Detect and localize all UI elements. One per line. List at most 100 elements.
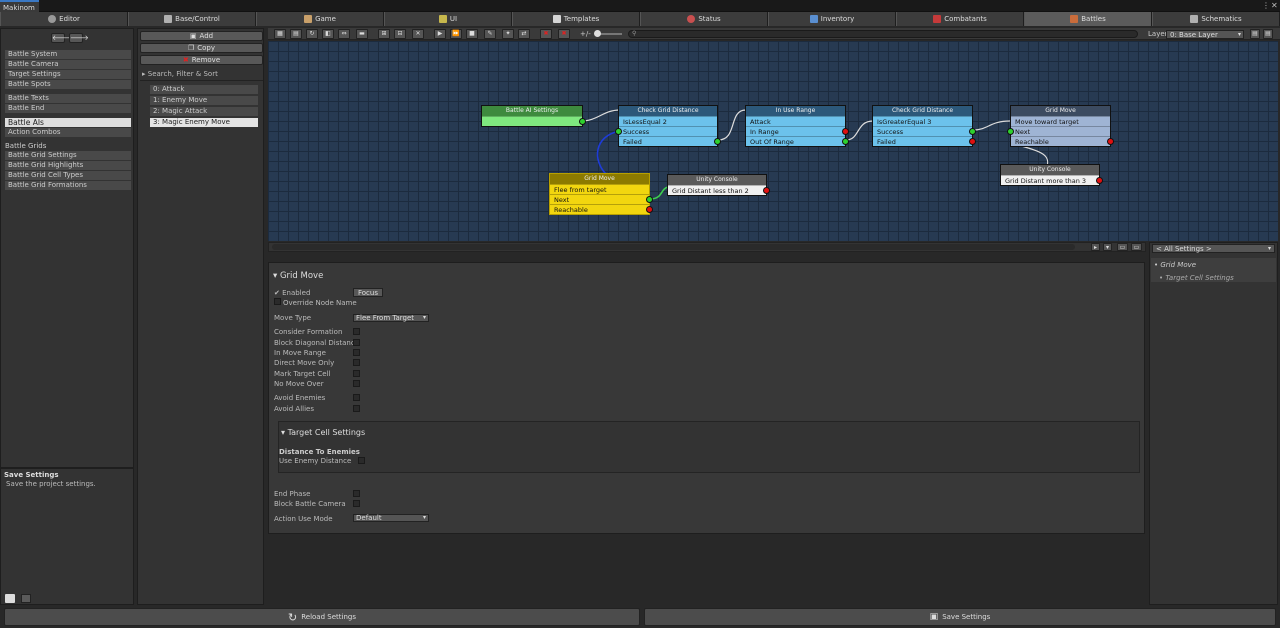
- sidebar-item-battle-grid-highlights[interactable]: Battle Grid Highlights: [5, 161, 131, 170]
- copy-button[interactable]: ❐ Copy: [140, 43, 263, 53]
- action-mode-dropdown[interactable]: Default: [353, 514, 429, 522]
- inspector-title[interactable]: ▾ Grid Move: [273, 271, 323, 281]
- tab-inventory[interactable]: Inventory: [768, 12, 896, 26]
- forward-button[interactable]: 🡒: [69, 33, 89, 43]
- reload-settings-button[interactable]: ↻ Reload Settings: [4, 608, 640, 626]
- scroll-track[interactable]: [272, 244, 1075, 250]
- align-icon[interactable]: ⇔: [338, 29, 350, 39]
- sidebar-item-battle-grid-settings[interactable]: Battle Grid Settings: [5, 151, 131, 160]
- tab-ui[interactable]: UI: [384, 12, 512, 26]
- output-port[interactable]: [1107, 138, 1114, 145]
- settings-filter-dropdown[interactable]: < All Settings > ▾: [1152, 244, 1275, 253]
- in-move-range-checkbox[interactable]: [353, 349, 360, 356]
- sidebar-item-battle-grid-cell-types[interactable]: Battle Grid Cell Types: [5, 171, 131, 180]
- sidebar-item-action-combos[interactable]: Action Combos: [5, 128, 131, 137]
- nav-item-grid-move[interactable]: • Grid Move: [1154, 261, 1196, 269]
- search-input[interactable]: ⚲: [628, 30, 1138, 38]
- end-phase-checkbox[interactable]: [353, 490, 360, 497]
- sidebar-item-target-settings[interactable]: Target Settings: [5, 70, 131, 79]
- link-icon[interactable]: ⇄: [518, 29, 530, 39]
- stop-icon[interactable]: ■: [466, 29, 478, 39]
- add-button[interactable]: ▣ Add: [140, 31, 263, 41]
- output-port[interactable]: [842, 138, 849, 145]
- canvas-scrollbar[interactable]: ▸ ▾ ▭ ▭: [268, 242, 1146, 252]
- no-move-over-checkbox[interactable]: [353, 380, 360, 387]
- list-item-selected[interactable]: 3: Magic Enemy Move: [150, 118, 258, 127]
- minimize-panel-icon[interactable]: ▭: [1117, 243, 1128, 251]
- save-settings-button[interactable]: ▣ Save Settings: [644, 608, 1276, 626]
- sidebar-item-battle-camera[interactable]: Battle Camera: [5, 60, 131, 69]
- output-port[interactable]: [579, 118, 586, 125]
- list-item[interactable]: 2: Magic Attack: [150, 107, 258, 116]
- sidebar-item-battle-texts[interactable]: Battle Texts: [5, 94, 131, 103]
- maximize-panel-icon[interactable]: ▭: [1131, 243, 1142, 251]
- sidebar-item-battle-system[interactable]: Battle System: [5, 50, 131, 59]
- output-port[interactable]: [969, 128, 976, 135]
- output-port[interactable]: [646, 206, 653, 213]
- node-grid-move-1[interactable]: Grid Move Move toward target (Nearest) N…: [1007, 105, 1114, 147]
- output-port[interactable]: [1096, 177, 1103, 184]
- sidebar-item-battle-spots[interactable]: Battle Spots: [5, 80, 131, 89]
- output-port[interactable]: [763, 187, 770, 194]
- expand-icon[interactable]: ⊞: [378, 29, 390, 39]
- search-filter-sort-foldout[interactable]: ▸ Search, Filter & Sort: [142, 70, 218, 78]
- scroll-right-icon[interactable]: ▸: [1091, 243, 1100, 251]
- divider[interactable]: [1, 467, 133, 469]
- layer-settings-icon[interactable]: ▤: [1263, 29, 1273, 39]
- block-diagonal-checkbox[interactable]: [353, 339, 360, 346]
- layer-add-icon[interactable]: ▤: [1250, 29, 1260, 39]
- output-port[interactable]: [646, 196, 653, 203]
- node-check-grid-distance-2[interactable]: Check Grid Distance IsGreaterEqual 3 Suc…: [872, 105, 976, 147]
- output-port[interactable]: [842, 128, 849, 135]
- back-button[interactable]: 🡐: [51, 33, 71, 43]
- zoom-slider[interactable]: [594, 30, 622, 37]
- close-icon[interactable]: ✕: [412, 29, 424, 39]
- layout-icon[interactable]: ▤: [290, 29, 302, 39]
- consider-formation-checkbox[interactable]: [353, 328, 360, 335]
- node-unity-console-1[interactable]: Unity Console Grid Distant less than 2: [667, 174, 770, 196]
- node-check-grid-distance-1[interactable]: Check Grid Distance IsLessEqual 2 Succes…: [615, 105, 721, 147]
- tab-combatants[interactable]: Combatants: [896, 12, 1024, 26]
- edit-icon[interactable]: ✎: [484, 29, 496, 39]
- collapse-icon[interactable]: [21, 594, 31, 603]
- target-cell-foldout[interactable]: ▾ Target Cell Settings: [281, 428, 365, 437]
- node-canvas[interactable]: Battle AI Settings Check Grid Distance I…: [268, 41, 1278, 241]
- input-port[interactable]: [1007, 128, 1014, 135]
- tab-templates[interactable]: Templates: [512, 12, 640, 26]
- input-port[interactable]: [615, 128, 622, 135]
- scroll-down-icon[interactable]: ▾: [1103, 243, 1112, 251]
- node-in-use-range[interactable]: In Use Range Attack In Range Out Of Rang…: [745, 105, 849, 147]
- list-item[interactable]: 1: Enemy Move: [150, 96, 258, 105]
- play-icon[interactable]: ▶: [434, 29, 446, 39]
- override-checkbox[interactable]: [274, 298, 281, 305]
- output-port[interactable]: [714, 138, 721, 145]
- tab-editor[interactable]: Editor: [0, 12, 128, 26]
- enabled-toggle[interactable]: ✔ Enabled: [274, 289, 310, 297]
- node-unity-console-2[interactable]: Unity Console Grid Distant more than 3: [1000, 164, 1103, 186]
- list-item[interactable]: 0: Attack: [150, 85, 258, 94]
- mark-target-checkbox[interactable]: [353, 370, 360, 377]
- sidebar-item-battle-end[interactable]: Battle End: [5, 104, 131, 113]
- move-type-dropdown[interactable]: Flee From Target: [353, 314, 429, 322]
- refresh-icon[interactable]: ↻: [306, 29, 318, 39]
- tab-game[interactable]: Game: [256, 12, 384, 26]
- layer-dropdown[interactable]: 0: Base Layer ▾: [1166, 30, 1244, 39]
- color-icon[interactable]: ◧: [322, 29, 334, 39]
- output-port[interactable]: [969, 138, 976, 145]
- tab-battles[interactable]: Battles: [1024, 12, 1152, 26]
- grid-icon[interactable]: ▦: [274, 29, 286, 39]
- close-icon[interactable]: ✕: [1271, 1, 1278, 10]
- block-camera-checkbox[interactable]: [353, 500, 360, 507]
- remove-button[interactable]: ✖ Remove: [140, 55, 263, 65]
- wand-icon[interactable]: ✦: [502, 29, 514, 39]
- tab-base-control[interactable]: Base/Control: [128, 12, 256, 26]
- node-battle-ai-settings[interactable]: Battle AI Settings: [481, 105, 586, 127]
- home-icon[interactable]: [5, 594, 15, 603]
- tab-schematics[interactable]: Schematics: [1152, 12, 1280, 26]
- delete-icon[interactable]: ✖: [540, 29, 552, 39]
- focus-button[interactable]: Focus: [353, 288, 383, 297]
- window-tab[interactable]: Makinom: [0, 0, 39, 12]
- avoid-allies-checkbox[interactable]: [353, 405, 360, 412]
- tab-status[interactable]: Status: [640, 12, 768, 26]
- node-grid-move-2[interactable]: Grid Move Flee from target Next Reachabl…: [549, 173, 653, 215]
